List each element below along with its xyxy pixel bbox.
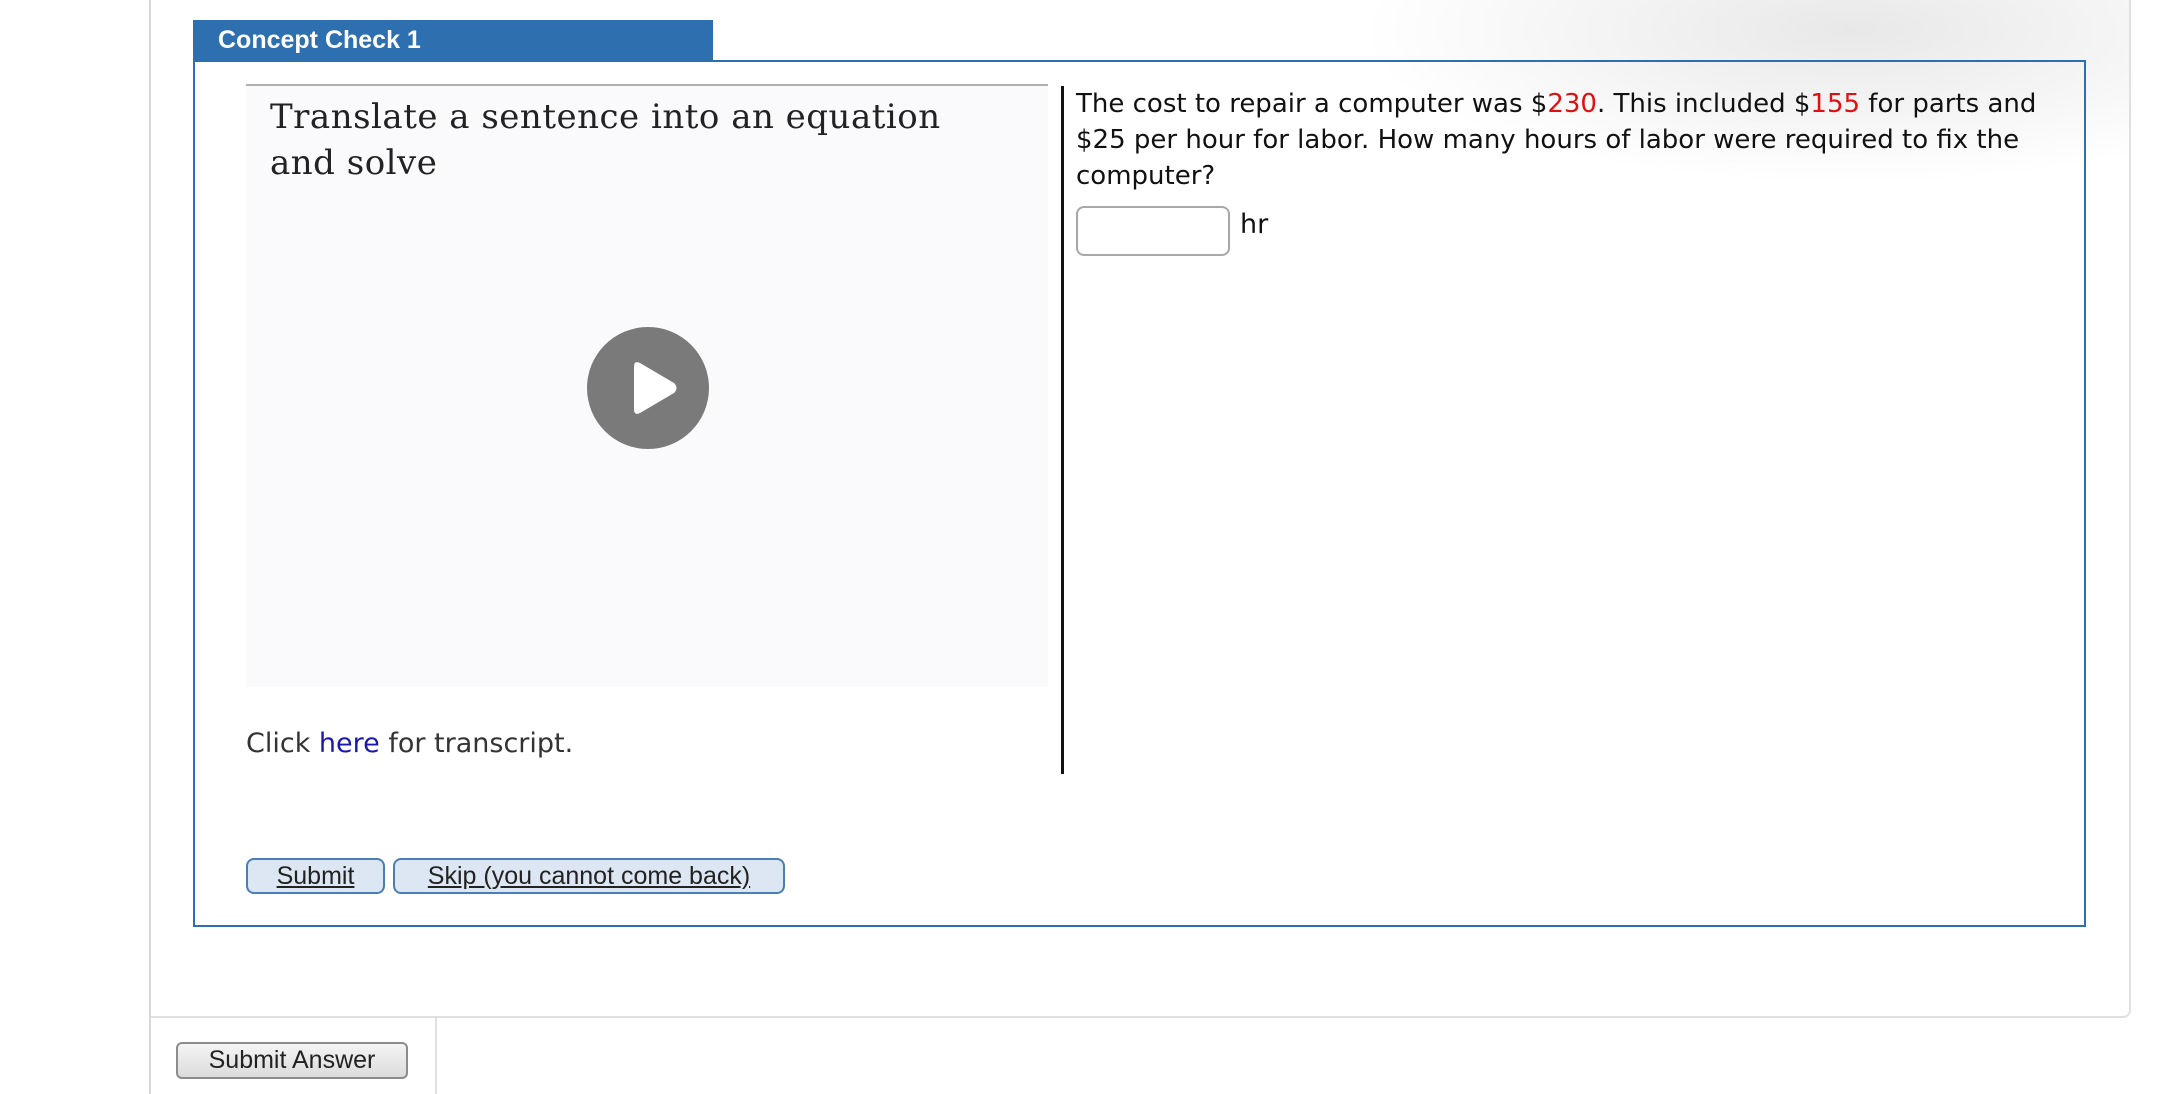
submit-answer-button[interactable]: Submit Answer (176, 1042, 408, 1079)
skip-button[interactable]: Skip (you cannot come back) (393, 858, 785, 894)
concept-check-tab: Concept Check 1 (193, 20, 713, 61)
video-player[interactable]: Translate a sentence into an equation an… (246, 84, 1048, 687)
transcript-link[interactable]: here (319, 728, 380, 759)
transcript-line: Click here for transcript. (246, 728, 573, 759)
answer-unit-label: hr (1240, 209, 1269, 240)
question-part-2: . This included $ (1596, 89, 1811, 119)
play-icon (634, 362, 677, 414)
video-title: Translate a sentence into an equation an… (270, 97, 941, 183)
question-part-1: The cost to repair a computer was $ (1076, 89, 1548, 119)
hours-answer-input[interactable] (1076, 206, 1230, 256)
column-divider (1061, 86, 1064, 774)
footer-divider (435, 1016, 437, 1094)
play-button[interactable] (587, 327, 709, 449)
transcript-suffix: for transcript. (379, 728, 574, 759)
question-text: The cost to repair a computer was $230. … (1076, 86, 2066, 194)
total-cost-value: 230 (1547, 89, 1597, 119)
transcript-prefix: Click (246, 728, 319, 759)
submit-button[interactable]: Submit (246, 858, 385, 894)
parts-cost-value: 155 (1810, 89, 1861, 119)
